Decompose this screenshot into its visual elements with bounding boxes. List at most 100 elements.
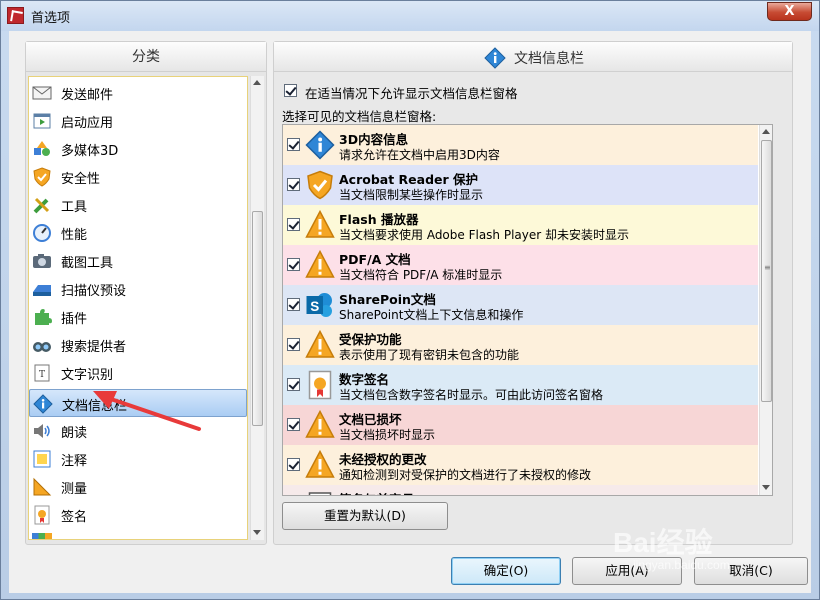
info-bar-icon [305, 209, 335, 240]
info-bar-checkbox[interactable] [287, 258, 300, 271]
info-bar-item[interactable]: 文档已损坏 当文档损坏时显示 [283, 405, 758, 445]
category-item[interactable]: 性能 [29, 219, 247, 247]
info-bar-description: SharePoint文档上下文信息和操作 [339, 308, 524, 322]
info-bar-settings-panel: 文档信息栏 在适当情况下允许显示文档信息栏窗格 选择可见的文档信息栏窗格: 3D… [273, 41, 793, 545]
category-item-icon [32, 279, 52, 299]
category-item-label: 文字识别 [61, 368, 114, 383]
category-item-icon [32, 477, 52, 497]
binoculars-icon [33, 342, 51, 352]
info-bar-checkbox[interactable] [287, 218, 300, 231]
close-button[interactable]: X [767, 2, 812, 21]
info-bar-item[interactable]: Flash 播放器 当文档要求使用 Adobe Flash Player 却未安装… [283, 205, 758, 245]
category-item[interactable]: 安全性 [29, 163, 247, 191]
allow-info-bar-label: 在适当情况下允许显示文档信息栏窗格 [305, 86, 518, 101]
info-bar-scrollbar[interactable]: ≡ [759, 125, 772, 495]
category-list[interactable]: 发送邮件 启动应用多媒体3D 安全性工具性能截图工具扫描仪预设插件搜索提供者 T 文字识… [28, 76, 248, 540]
category-item-label: 文档信息栏 [62, 399, 128, 414]
category-item-label: 截图工具 [61, 256, 114, 271]
category-item-label: 多媒体3D [61, 144, 119, 159]
scrollbar-grip-icon: ≡ [764, 263, 771, 272]
category-item[interactable]: 测量 [29, 473, 247, 501]
category-scrollbar[interactable] [250, 76, 264, 540]
info-bar-item[interactable]: 数字签名 当文档包含数字签名时显示。可由此访问签名窗格 [283, 365, 758, 405]
category-item-label: 扫描仪预设 [61, 284, 127, 299]
category-item-icon [32, 139, 52, 159]
info-bar-item[interactable]: PDF/A 文档 当文档符合 PDF/A 标准时显示 [283, 245, 758, 285]
category-item[interactable]: 截图工具 [29, 247, 247, 275]
category-item[interactable]: 多媒体3D [29, 135, 247, 163]
scroll-down-arrow-icon[interactable] [762, 485, 770, 490]
category-item[interactable]: 插件 [29, 303, 247, 331]
info-icon [305, 130, 335, 160]
category-item[interactable]: T 文字识别 [29, 359, 247, 387]
category-item-icon [32, 195, 52, 215]
category-item-icon [32, 421, 52, 441]
info-bar-icon [305, 370, 335, 400]
info-bar-item[interactable]: 未经授权的更改 通知检测到对受保护的文档进行了未授权的修改 [283, 445, 758, 485]
info-bar-icon: S [305, 290, 335, 320]
info-bar-description: 通知检测到对受保护的文档进行了未授权的修改 [339, 468, 592, 482]
category-item-icon [32, 505, 52, 525]
category-item[interactable]: 朗读 [29, 417, 247, 445]
info-bar-checkbox[interactable] [287, 298, 300, 311]
category-item[interactable]: 启动应用 [29, 107, 247, 135]
app-logo-icon [7, 7, 24, 24]
warning-icon [305, 329, 335, 358]
reset-default-button[interactable]: 重置为默认(D) [282, 502, 448, 530]
info-bar-checkbox[interactable] [287, 418, 300, 431]
category-item-label: 插件 [61, 312, 88, 327]
shield-icon [307, 170, 333, 200]
scroll-up-arrow-icon[interactable] [762, 129, 770, 134]
info-bar-item[interactable]: S SharePoin文档 SharePoint文档上下文信息和操作 [283, 285, 758, 325]
allow-info-bar-checkbox[interactable] [284, 84, 297, 97]
info-bar-checkbox[interactable] [287, 378, 300, 391]
category-panel: 分类 发送邮件 启动应用 多媒体3D 安全性 工具 性能 截图工具 扫描仪预设 插件 搜索提供者 T… [25, 41, 267, 545]
category-item[interactable]: 工具 [29, 191, 247, 219]
info-bar-checkbox[interactable] [287, 138, 300, 151]
category-item[interactable]: 签名 [29, 501, 247, 529]
info-bar-item[interactable]: 3D内容信息 请求允许在文档中启用3D内容 [283, 125, 758, 165]
info-bar-icon [305, 249, 335, 280]
category-item-label: 性能 [61, 228, 88, 243]
scrollbar-thumb[interactable]: ≡ [761, 140, 772, 402]
apply-button[interactable]: 应用(A) [572, 557, 682, 585]
scroll-up-arrow-icon[interactable] [253, 80, 261, 85]
category-item-icon [32, 335, 52, 355]
speaker-icon [34, 424, 50, 438]
warning-icon [305, 449, 335, 478]
window-title: 首选项 [31, 11, 71, 26]
settings-title: 文档信息栏 [514, 51, 584, 67]
category-item-icon: T [32, 363, 52, 383]
info-bar-item[interactable]: Acrobat Reader 保护 当文档限制某些操作时显示 [283, 165, 758, 205]
category-item[interactable]: 注释 [29, 445, 247, 473]
multimedia-3d-icon [34, 141, 50, 156]
category-item[interactable]: 搜索提供者 [29, 331, 247, 359]
info-bar-list[interactable]: 3D内容信息 请求允许在文档中启用3D内容 Acrobat Reader 保护 当文档… [282, 124, 773, 496]
ok-button[interactable]: 确定(O) [451, 557, 561, 585]
info-bar-description: 请求允许在文档中启用3D内容 [339, 148, 500, 162]
category-item[interactable]: 文档信息栏 [29, 389, 247, 417]
info-bar-item[interactable]: 受保护功能 表示使用了现有密钥未包含的功能 [283, 325, 758, 365]
visible-panes-label: 选择可见的文档信息栏窗格: [282, 109, 437, 124]
category-item-label: 工具 [61, 200, 88, 215]
launch-app-icon [33, 113, 51, 129]
category-item[interactable]: 扫描仪预设 [29, 275, 247, 303]
scrollbar-thumb[interactable] [252, 211, 263, 426]
info-icon [33, 394, 53, 414]
category-item-partial[interactable] [29, 529, 247, 539]
tools-icon [33, 197, 50, 214]
category-item[interactable]: 发送邮件 [29, 79, 247, 107]
info-bar-icon [305, 449, 335, 480]
info-bar-description: 当文档要求使用 Adobe Flash Player 却未安装时显示 [339, 228, 630, 242]
scroll-down-arrow-icon[interactable] [253, 530, 261, 535]
title-bar[interactable]: 首选项 X [1, 1, 819, 31]
info-bar-icon [305, 409, 335, 440]
mail-icon [32, 86, 52, 100]
cancel-button[interactable]: 取消(C) [694, 557, 808, 585]
info-bar-checkbox[interactable] [287, 458, 300, 471]
security-shield-icon [33, 167, 51, 187]
info-bar-checkbox[interactable] [287, 338, 300, 351]
info-bar-item[interactable]: 签名与首字母 [283, 485, 758, 495]
info-bar-checkbox[interactable] [287, 178, 300, 191]
info-bar-icon [305, 490, 335, 495]
